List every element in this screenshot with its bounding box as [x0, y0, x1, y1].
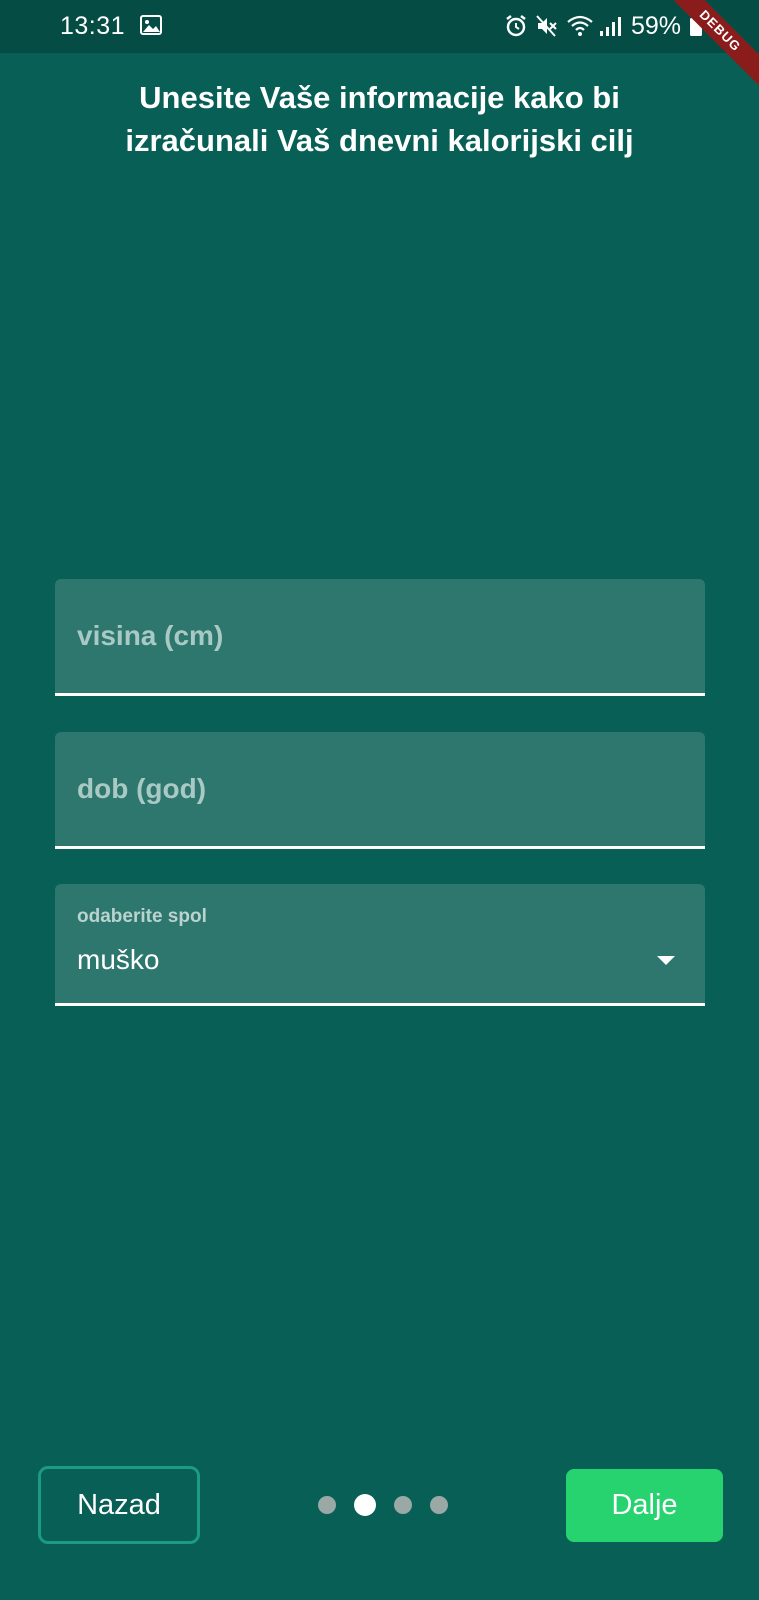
- height-field[interactable]: [55, 579, 705, 696]
- page-title-line-1: Unesite Vaše informacije kako bi: [139, 80, 620, 115]
- page-dot-4[interactable]: [430, 1496, 448, 1514]
- gallery-icon: [140, 15, 162, 40]
- alarm-icon: [504, 14, 528, 43]
- page-title: Unesite Vaše informacije kako bi izračun…: [40, 76, 719, 162]
- page-title-line-2: izračunali Vaš dnevni kalorijski cilj: [125, 123, 634, 158]
- next-button[interactable]: Dalje: [566, 1469, 723, 1542]
- mute-icon: [535, 14, 559, 43]
- status-bar: 13:31 59%: [0, 0, 759, 53]
- chevron-down-icon[interactable]: [657, 956, 675, 965]
- age-field[interactable]: [55, 732, 705, 849]
- height-input[interactable]: [77, 579, 677, 693]
- page-dot-1[interactable]: [318, 1496, 336, 1514]
- back-button[interactable]: Nazad: [38, 1466, 200, 1544]
- page-dot-3[interactable]: [394, 1496, 412, 1514]
- signal-icon: [598, 14, 622, 43]
- page-indicator: [318, 1494, 458, 1516]
- gender-select-label: odaberite spol: [77, 906, 207, 927]
- page-dot-2-active[interactable]: [354, 1494, 376, 1516]
- status-time: 13:31: [60, 12, 126, 40]
- gender-select[interactable]: odaberite spol muško: [55, 884, 705, 1006]
- wifi-icon: [566, 14, 594, 43]
- age-input[interactable]: [77, 732, 677, 846]
- gender-select-value: muško: [77, 944, 160, 975]
